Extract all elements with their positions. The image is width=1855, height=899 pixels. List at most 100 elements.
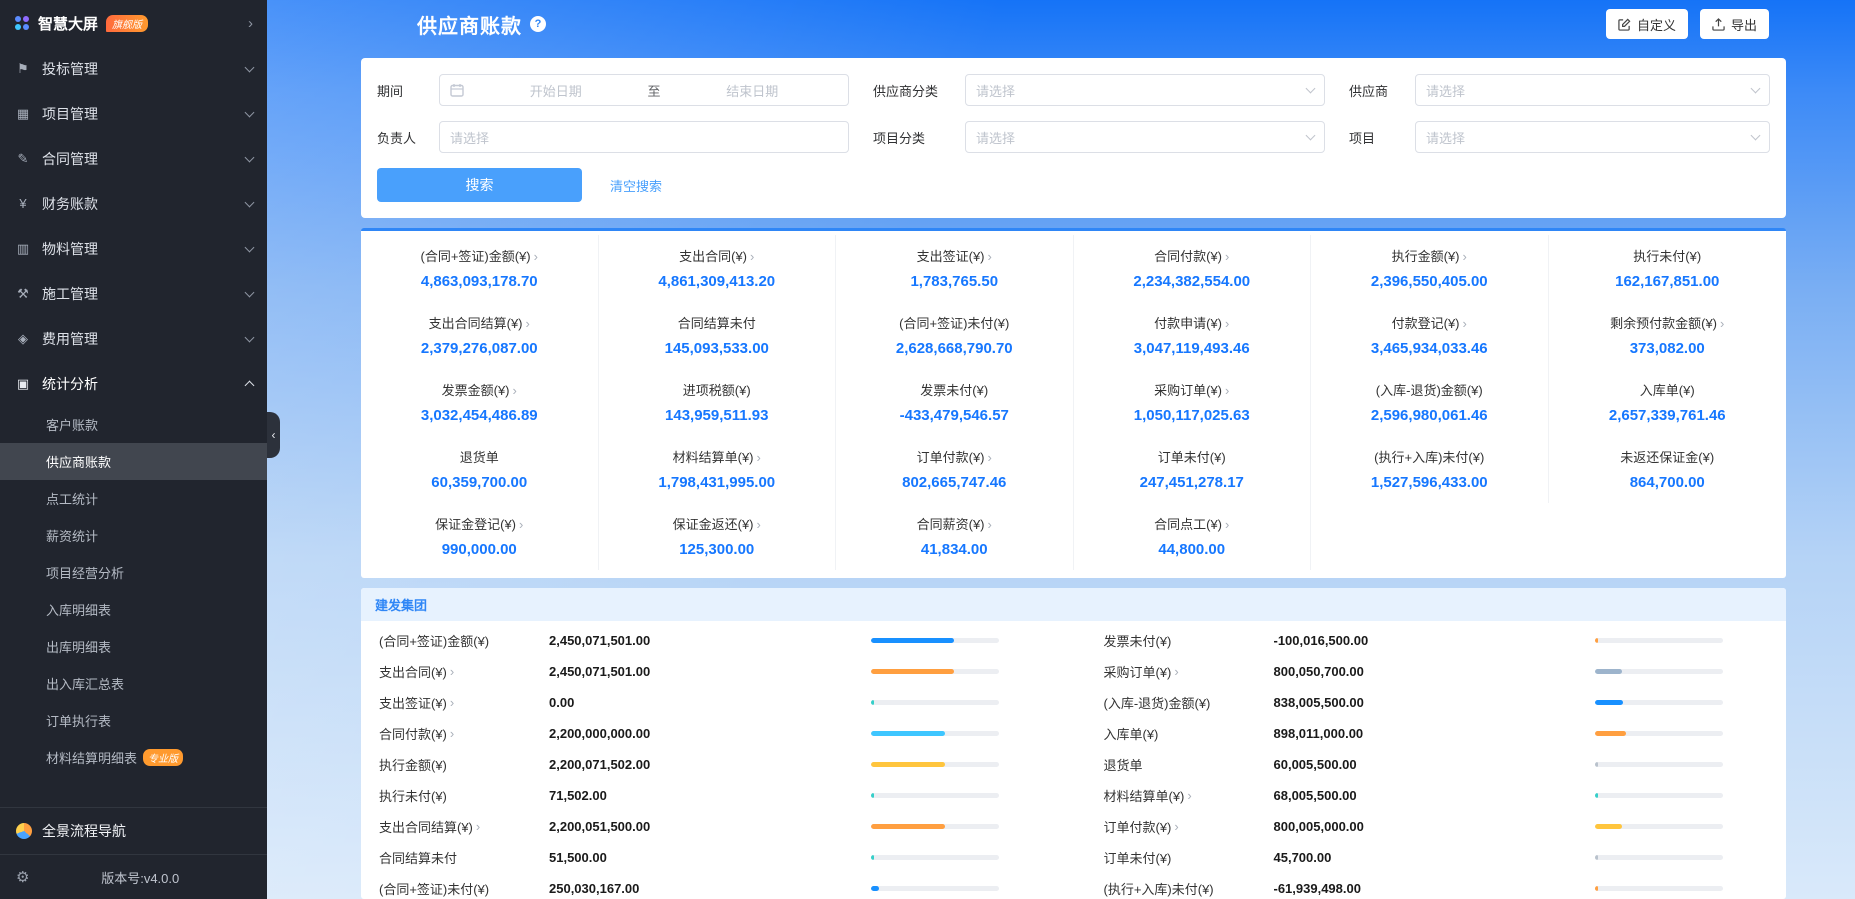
sidebar-subitem[interactable]: 供应商账款 [0,443,267,480]
date-range-input[interactable]: 开始日期 至 结束日期 [439,74,849,106]
search-button[interactable]: 搜索 [377,168,582,202]
help-icon[interactable]: ? [530,16,546,32]
detail-value: 45,700.00 [1274,850,1509,865]
chevron-down-icon [245,152,255,162]
stat-value: 1,050,117,025.63 [1080,407,1305,424]
stat-cell[interactable]: 材料结算单(¥)›1,798,431,995.00 [599,436,837,503]
sidebar-item[interactable]: ✎合同管理 [0,136,267,181]
drilldown-arrow-icon: › [1187,788,1191,803]
detail-grid: (合同+签证)金额(¥)2,450,071,501.00支出合同(¥)›2,45… [361,621,1786,899]
sidebar: 智慧大屏 旗舰版 › ⚑投标管理▦项目管理✎合同管理¥财务账款▥物料管理⚒施工管… [0,0,267,899]
stat-label: 剩余预付款金额(¥)› [1555,313,1781,332]
stat-cell[interactable]: 发票金额(¥)›3,032,454,486.89 [361,369,599,436]
clear-search-link[interactable]: 清空搜索 [610,176,662,195]
detail-label[interactable]: 订单付款(¥)› [1104,817,1274,836]
version-row: ⚙ 版本号:v4.0.0 [0,854,267,899]
project-select[interactable]: 请选择 [1415,121,1770,153]
detail-row: (入库-退货)金额(¥)838,005,500.00 [1104,687,1769,718]
detail-label: 执行金额(¥) [379,755,549,774]
sidebar-subitem[interactable]: 入库明细表 [0,591,267,628]
sidebar-item[interactable]: ◈费用管理 [0,316,267,361]
detail-value: 0.00 [549,695,784,710]
drilldown-arrow-icon: › [513,383,517,398]
stat-label: 未返还保证金(¥) [1555,447,1781,466]
stat-value: 2,596,980,061.46 [1317,407,1542,424]
detail-label[interactable]: 合同付款(¥)› [379,724,549,743]
sidebar-subitem[interactable]: 订单执行表 [0,702,267,739]
sidebar-item[interactable]: ▥物料管理 [0,226,267,271]
group-header[interactable]: 建发集团 [361,588,1786,621]
start-date-input[interactable]: 开始日期 [470,81,642,100]
stat-label: 保证金登记(¥)› [367,514,592,533]
stat-value: 3,465,934,033.46 [1317,340,1542,357]
page-header: 供应商账款 ? 自定义 导出 [267,0,1855,48]
sidebar-subitem[interactable]: 项目经营分析 [0,554,267,591]
progress-bar [871,700,999,705]
sidebar-subitem[interactable]: 薪资统计 [0,517,267,554]
sidebar-item[interactable]: ⚒施工管理 [0,271,267,316]
project-label: 项目 [1349,128,1415,147]
drilldown-arrow-icon: › [526,316,530,331]
sidebar-subitem[interactable]: 点工统计 [0,480,267,517]
detail-label[interactable]: 采购订单(¥)› [1104,662,1274,681]
stat-cell[interactable]: 合同付款(¥)›2,234,382,554.00 [1074,235,1312,302]
customize-button[interactable]: 自定义 [1606,9,1688,39]
chevron-down-icon [1306,84,1316,94]
detail-label[interactable]: 材料结算单(¥)› [1104,786,1274,805]
stat-cell[interactable]: 付款登记(¥)›3,465,934,033.46 [1311,302,1549,369]
stat-cell[interactable]: 合同点工(¥)›44,800.00 [1074,503,1312,570]
detail-label[interactable]: 支出合同(¥)› [379,662,549,681]
stat-cell[interactable]: 支出合同结算(¥)›2,379,276,087.00 [361,302,599,369]
submenu: 客户账款供应商账款点工统计薪资统计项目经营分析入库明细表出库明细表出入库汇总表订… [0,406,267,776]
sidebar-collapse-handle[interactable]: ‹ [267,412,280,458]
supplier-select[interactable]: 请选择 [1415,74,1770,106]
stat-value: 145,093,533.00 [605,340,830,357]
detail-row: 材料结算单(¥)›68,005,500.00 [1104,780,1769,811]
drilldown-arrow-icon: › [450,726,454,741]
stat-cell[interactable]: 采购订单(¥)›1,050,117,025.63 [1074,369,1312,436]
detail-label: 发票未付(¥) [1104,631,1274,650]
manager-input[interactable]: 请选择 [439,121,849,153]
sidebar-item-label: 施工管理 [42,284,236,304]
stat-cell[interactable]: 执行金额(¥)›2,396,550,405.00 [1311,235,1549,302]
stat-value: 162,167,851.00 [1555,273,1781,290]
sidebar-item[interactable]: ▣统计分析 [0,361,267,406]
end-date-input[interactable]: 结束日期 [667,81,839,100]
sidebar-item[interactable]: ¥财务账款 [0,181,267,226]
sidebar-item[interactable]: ▦项目管理 [0,91,267,136]
supplier-category-select[interactable]: 请选择 [965,74,1325,106]
sidebar-item[interactable]: ⚑投标管理 [0,46,267,91]
sidebar-subitem[interactable]: 出入库汇总表 [0,665,267,702]
stat-label: 退货单 [367,447,592,466]
export-button[interactable]: 导出 [1700,9,1769,39]
stat-cell[interactable]: 保证金返还(¥)›125,300.00 [599,503,837,570]
stat-cell[interactable]: 合同薪资(¥)›41,834.00 [836,503,1074,570]
detail-label: 退货单 [1104,755,1274,774]
progress-bar [871,669,999,674]
gear-icon[interactable]: ⚙ [16,868,29,886]
main-area: 供应商账款 ? 自定义 导出 期间 开始日 [267,0,1855,899]
stat-cell[interactable]: 保证金登记(¥)›990,000.00 [361,503,599,570]
stat-cell[interactable]: (合同+签证)金额(¥)›4,863,093,178.70 [361,235,599,302]
drilldown-arrow-icon: › [988,450,992,465]
edition-badge: 旗舰版 [106,15,148,32]
stat-cell[interactable]: 支出合同(¥)›4,861,309,413.20 [599,235,837,302]
detail-value: 838,005,500.00 [1274,695,1509,710]
detail-label[interactable]: 支出合同结算(¥)› [379,817,549,836]
stat-cell[interactable]: 订单付款(¥)›802,665,747.46 [836,436,1074,503]
stat-value: -433,479,546.57 [842,407,1067,424]
panorama-label: 全景流程导航 [42,821,126,841]
stat-cell[interactable]: 剩余预付款金额(¥)›373,082.00 [1549,302,1787,369]
sidebar-subitem[interactable]: 材料结算明细表专业版 [0,739,267,776]
sidebar-subitem[interactable]: 出库明细表 [0,628,267,665]
stat-value: 1,527,596,433.00 [1317,474,1542,491]
logo-row[interactable]: 智慧大屏 旗舰版 › [0,0,267,46]
panorama-flow-nav[interactable]: 全景流程导航 [0,807,267,854]
filter-row-1: 期间 开始日期 至 结束日期 供应商分类 请选择 供应商 请选择 [377,74,1770,106]
detail-value: 2,200,000,000.00 [549,726,784,741]
stat-cell[interactable]: 付款申请(¥)›3,047,119,493.46 [1074,302,1312,369]
sidebar-subitem[interactable]: 客户账款 [0,406,267,443]
detail-label[interactable]: 支出签证(¥)› [379,693,549,712]
project-category-select[interactable]: 请选择 [965,121,1325,153]
stat-cell[interactable]: 支出签证(¥)›1,783,765.50 [836,235,1074,302]
